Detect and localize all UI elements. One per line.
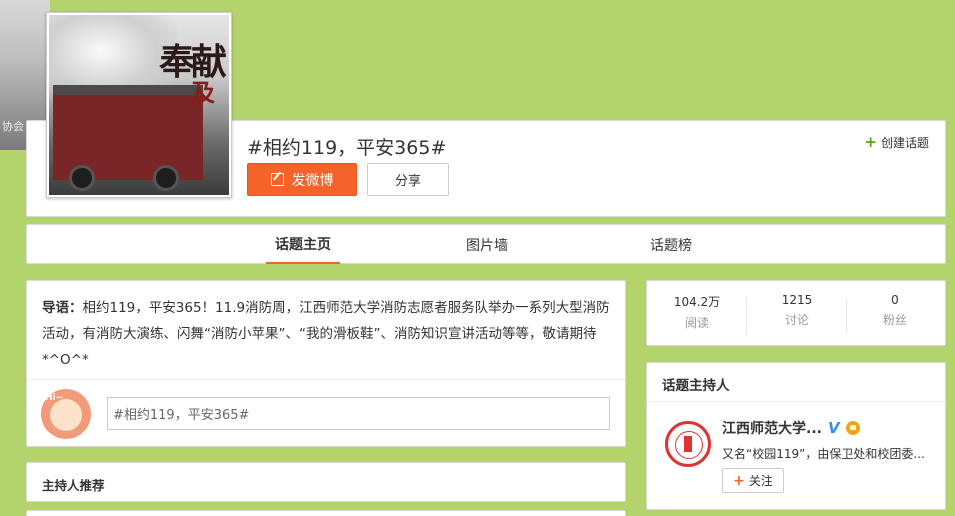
post-weibo-button[interactable]: 发微博 [247, 163, 357, 196]
topic-avatar-image: 奉献 及 [49, 15, 229, 195]
topic-title: #相约119，平安365# [247, 137, 447, 159]
edit-icon [270, 173, 284, 186]
stat-reads: 104.2万 阅读 [647, 293, 747, 331]
host-name-row: 江西师范大学... V [722, 418, 860, 438]
stat-fans[interactable]: 0 粉丝 [845, 293, 945, 328]
tab-photo-wall[interactable]: 图片墙 [452, 225, 522, 264]
stat-discussions[interactable]: 1215 讨论 [747, 293, 847, 328]
stat-discussions-value: 1215 [781, 293, 813, 307]
avatar-hi-text: Hi~ [45, 393, 64, 403]
host-description: 又名“校园119”，由保卫处和校团委... [722, 447, 925, 461]
create-topic-link[interactable]: + 创建话题 [864, 134, 929, 151]
follow-label: 关注 [748, 474, 773, 488]
share-button[interactable]: 分享 [367, 163, 449, 196]
intro-text: 导语：相约119，平安365！11.9消防周，江西师范大学消防志愿者服务队举办一… [42, 295, 612, 373]
post-weibo-label: 发微博 [291, 172, 334, 189]
topic-host-title: 话题主持人 [662, 378, 730, 394]
host-logo[interactable] [665, 421, 711, 467]
background-photo-text: 协会 [2, 120, 24, 133]
stat-discussions-label: 讨论 [784, 313, 809, 327]
intro-lead: 导语： [42, 300, 83, 316]
intro-body: 相约119，平安365！11.9消防周，江西师范大学消防志愿者服务队举办一系列大… [42, 300, 610, 368]
tab-topic-home[interactable]: 话题主页 [266, 225, 340, 264]
stat-reads-value: 104.2万 [673, 295, 721, 309]
plus-icon: + [733, 472, 745, 489]
post-input[interactable]: #相约119，平安365# [107, 397, 610, 430]
divider [27, 379, 625, 380]
follow-button[interactable]: + 关注 [722, 468, 784, 493]
avatar-calligraphy-2: 及 [191, 78, 215, 107]
stats-card: 104.2万 阅读 1215 讨论 0 粉丝 [646, 280, 946, 346]
topic-avatar[interactable]: 奉献 及 [46, 12, 232, 198]
intro-card: 导语：相约119，平安365！11.9消防周，江西师范大学消防志愿者服务队举办一… [26, 280, 626, 447]
tab-topic-ranking[interactable]: 话题榜 [636, 225, 706, 264]
stat-reads-label: 阅读 [684, 316, 709, 330]
host-recommend-card: 主持人推荐 [26, 462, 626, 502]
user-avatar[interactable]: Hi~ [41, 389, 91, 439]
host-name[interactable]: 江西师范大学... [722, 418, 822, 438]
plus-icon: + [864, 133, 877, 151]
host-recommend-title: 主持人推荐 [42, 478, 105, 493]
topic-tabs: 话题主页 图片墙 话题榜 [26, 224, 946, 264]
feed-card [26, 510, 626, 516]
topic-host-card: 话题主持人 江西师范大学... V 又名“校园119”，由保卫处和校团委... … [646, 362, 946, 510]
verified-icon: V [827, 419, 840, 437]
stat-fans-value: 0 [891, 293, 899, 307]
create-topic-label: 创建话题 [880, 136, 929, 150]
member-icon [845, 421, 860, 435]
stat-fans-label: 粉丝 [882, 313, 907, 327]
divider [647, 401, 945, 402]
